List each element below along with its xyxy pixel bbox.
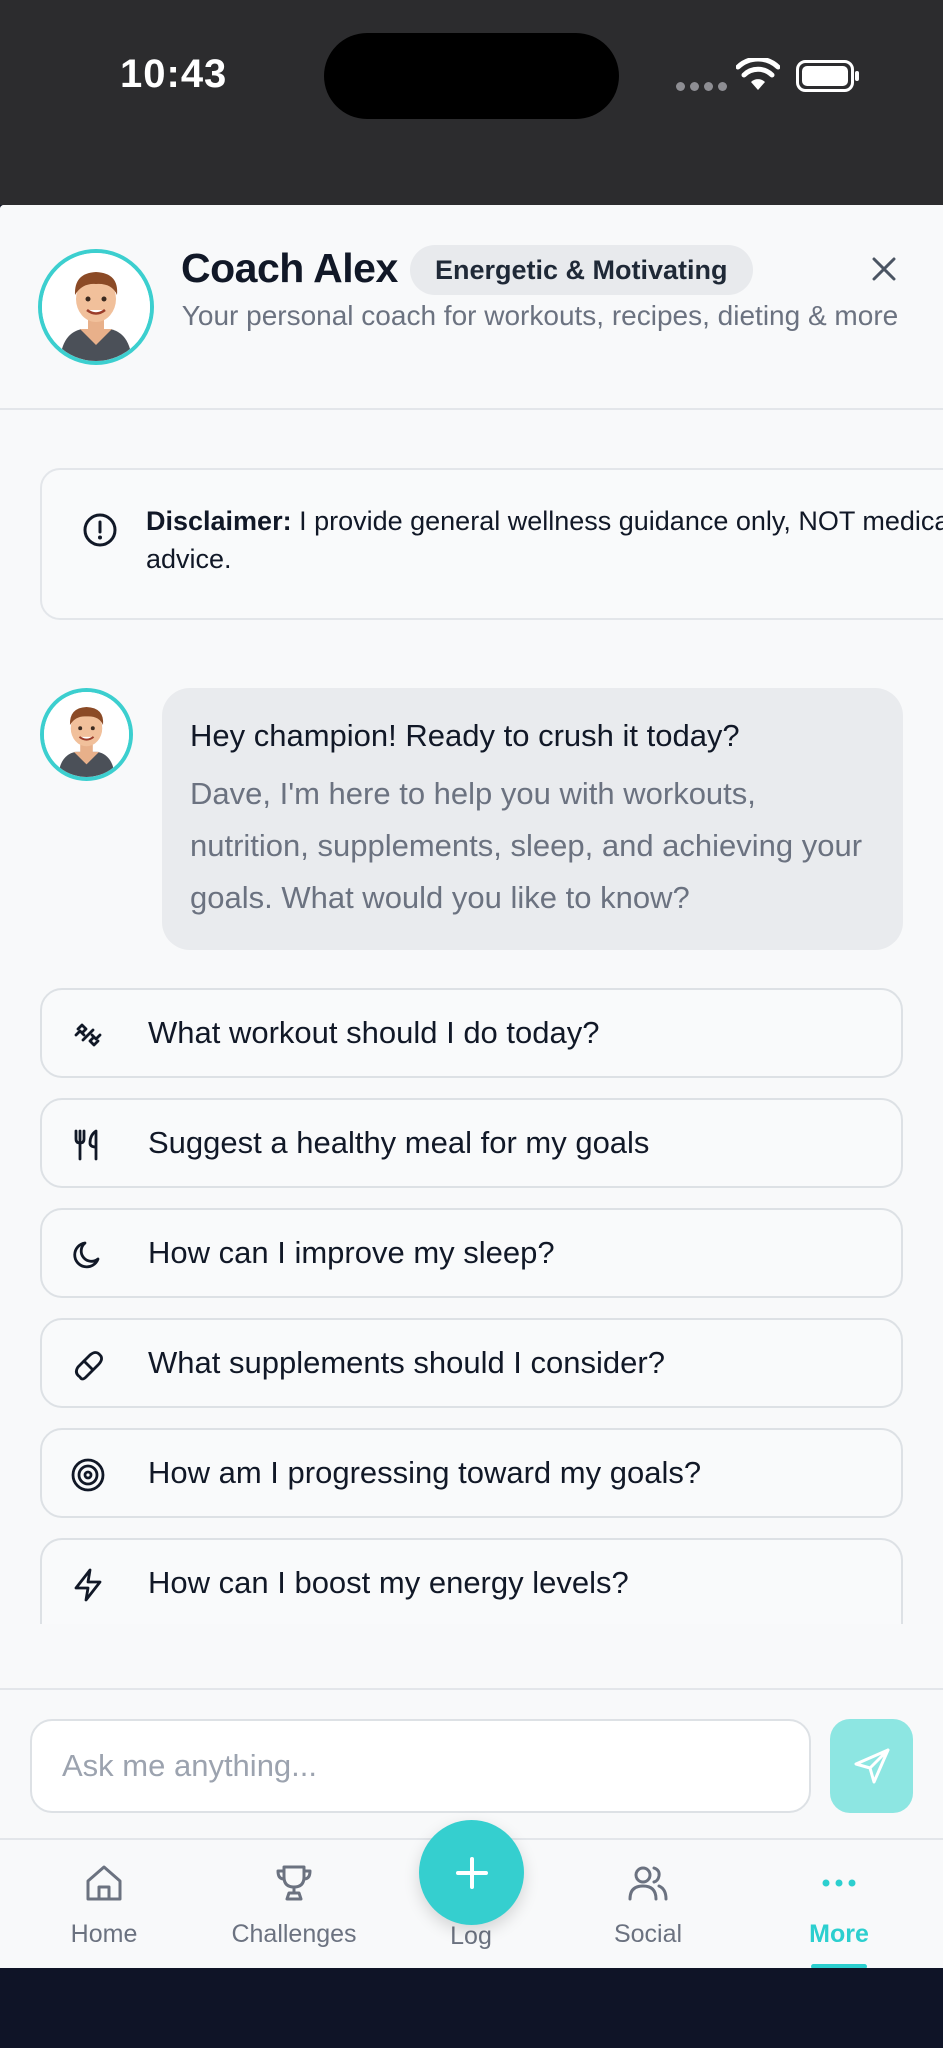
disclaimer-card: Disclaimer: I provide general wellness g… bbox=[40, 468, 943, 620]
tab-home-label: Home bbox=[70, 1920, 138, 1948]
tab-challenges[interactable]: Challenges bbox=[224, 1858, 364, 1949]
home-indicator-area bbox=[0, 1968, 943, 2048]
tab-social-label: Social bbox=[613, 1920, 683, 1948]
coach-name: Coach Alex bbox=[181, 245, 398, 291]
chat-header: Coach Alex Energetic & Motivating Your p… bbox=[0, 205, 943, 410]
suggestion-label: Suggest a healthy meal for my goals bbox=[148, 1125, 650, 1160]
coach-message-avatar bbox=[40, 688, 133, 781]
suggestion-sleep[interactable]: How can I improve my sleep? bbox=[40, 1208, 903, 1298]
battery-icon bbox=[796, 60, 859, 92]
disclaimer-label: Disclaimer: bbox=[146, 506, 292, 536]
message-body: Dave, I'm here to help you with workouts… bbox=[190, 776, 863, 915]
tab-social[interactable]: Social bbox=[578, 1858, 718, 1949]
tab-log-label: Log bbox=[450, 1922, 492, 1950]
chat-input-bar bbox=[0, 1688, 943, 1838]
send-button[interactable] bbox=[830, 1719, 913, 1813]
pill-icon bbox=[75, 1351, 103, 1381]
moon-icon bbox=[73, 1241, 100, 1269]
suggestion-label: What workout should I do today? bbox=[148, 1015, 600, 1050]
suggestion-label: How can I boost my energy levels? bbox=[148, 1565, 629, 1600]
signal-icon bbox=[676, 82, 727, 91]
status-time: 10:43 bbox=[120, 52, 228, 96]
disclaimer-text: Disclaimer: I provide general wellness g… bbox=[146, 502, 943, 578]
suggestion-meal[interactable]: Suggest a healthy meal for my goals bbox=[40, 1098, 903, 1188]
suggestion-label: How can I improve my sleep? bbox=[148, 1235, 555, 1270]
close-icon bbox=[872, 257, 896, 281]
bolt-icon bbox=[74, 1568, 102, 1602]
target-icon bbox=[71, 1458, 105, 1492]
suggestion-label: How am I progressing toward my goals? bbox=[148, 1455, 702, 1490]
chat-input[interactable] bbox=[30, 1719, 811, 1813]
users-icon bbox=[628, 1866, 668, 1901]
close-button[interactable] bbox=[862, 247, 906, 291]
coach-subtitle: Your personal coach for workouts, recipe… bbox=[181, 300, 899, 331]
coach-chat-sheet: Coach Alex Energetic & Motivating Your p… bbox=[0, 205, 943, 1838]
send-icon bbox=[854, 1748, 889, 1784]
tab-challenges-label: Challenges bbox=[231, 1920, 357, 1948]
trophy-icon bbox=[276, 1865, 312, 1901]
suggestion-energy[interactable]: How can I boost my energy levels? bbox=[40, 1538, 903, 1624]
coach-message-bubble: Hey champion! Ready to crush it today? D… bbox=[162, 688, 903, 950]
wifi-icon bbox=[736, 58, 780, 90]
message-title: Hey champion! Ready to crush it today? bbox=[190, 718, 740, 753]
plus-icon bbox=[455, 1856, 488, 1889]
alert-circle-icon bbox=[83, 513, 117, 547]
dumbbell-icon bbox=[74, 1023, 102, 1047]
status-bar: 10:43 bbox=[0, 0, 943, 205]
suggestion-workout[interactable]: What workout should I do today? bbox=[40, 988, 903, 1078]
home-icon bbox=[86, 1865, 122, 1901]
utensils-icon bbox=[74, 1129, 98, 1161]
suggestion-supplements[interactable]: What supplements should I consider? bbox=[40, 1318, 903, 1408]
coach-avatar bbox=[38, 249, 154, 365]
dynamic-island bbox=[324, 33, 619, 119]
tab-more-label: More bbox=[809, 1920, 869, 1948]
log-add-button[interactable] bbox=[419, 1820, 524, 1925]
tab-home[interactable]: Home bbox=[34, 1858, 174, 1949]
persona-badge: Energetic & Motivating bbox=[410, 245, 753, 295]
suggestion-label: What supplements should I consider? bbox=[148, 1345, 665, 1380]
suggestion-progress[interactable]: How am I progressing toward my goals? bbox=[40, 1428, 903, 1518]
tab-more[interactable]: More bbox=[769, 1858, 909, 1949]
more-icon bbox=[822, 1879, 856, 1887]
